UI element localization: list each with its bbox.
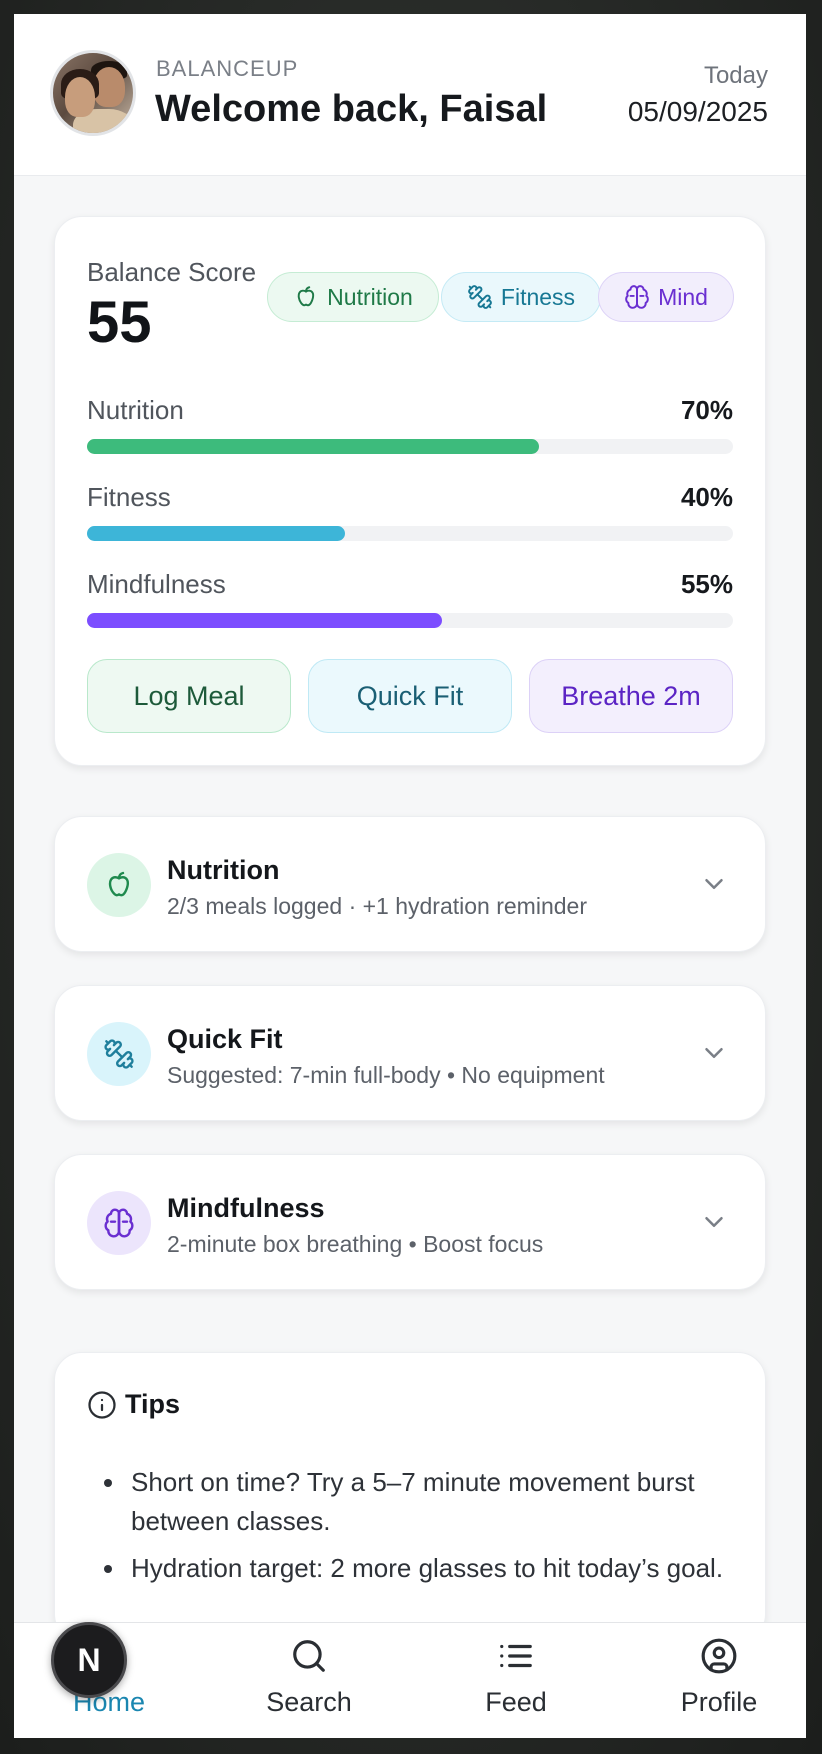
metric-nutrition-bar: [87, 439, 733, 454]
metric-nutrition-label: Nutrition: [87, 395, 184, 425]
mindfulness-section-card[interactable]: Mindfulness 2-minute box breathing • Boo…: [54, 1154, 766, 1290]
nav-search[interactable]: Search: [239, 1637, 379, 1718]
dev-badge[interactable]: N: [51, 1622, 127, 1698]
balance-score-value: 55: [87, 290, 152, 355]
section-subtitle: 2-minute box breathing • Boost focus: [167, 1231, 544, 1257]
nav-label: Profile: [680, 1687, 758, 1717]
metric-mindfulness-bar-fill: [87, 613, 443, 628]
nav-profile[interactable]: Profile: [649, 1637, 789, 1718]
chip-label: Mind: [658, 283, 708, 310]
chevron-down-icon[interactable]: [699, 1207, 729, 1237]
today-label: Today: [703, 62, 768, 89]
metric-fitness-label: Fitness: [87, 482, 171, 512]
chip-fitness[interactable]: Fitness: [441, 272, 601, 322]
quick-fit-button[interactable]: Quick Fit: [308, 659, 512, 733]
app-header: BALANCEUP Welcome back, Faisal Today 05/…: [14, 14, 806, 176]
today-date: 05/09/2025: [627, 96, 768, 127]
metric-fitness-percent: 40%: [680, 482, 733, 512]
metric-fitness-bar-fill: [87, 526, 346, 541]
metric-nutrition-percent: 70%: [680, 395, 733, 425]
section-title: Nutrition: [167, 855, 280, 885]
nav-feed[interactable]: Feed: [446, 1637, 586, 1718]
chip-mind[interactable]: Mind: [598, 272, 734, 322]
log-meal-button[interactable]: Log Meal: [87, 659, 291, 733]
metric-fitness-bar: [87, 526, 733, 541]
section-title: Mindfulness: [167, 1193, 325, 1223]
apple-icon: [297, 286, 315, 307]
tips-title: Tips: [125, 1389, 181, 1419]
brand-name: BALANCEUP: [156, 56, 299, 81]
info-icon: [88, 1390, 116, 1419]
brain-icon: [625, 285, 649, 309]
list-icon: [500, 1644, 532, 1668]
search-icon: [293, 1640, 325, 1672]
section-subtitle: Suggested: 7-min full-body • No equipmen…: [167, 1062, 605, 1088]
nav-label: Search: [266, 1687, 352, 1717]
tips-list: Short on time? Try a 5–7 minute movement…: [127, 1463, 737, 1596]
tips-header: Tips: [87, 1389, 180, 1420]
metric-mindfulness-label: Mindfulness: [87, 569, 226, 599]
tips-card: Tips Short on time? Try a 5–7 minute mov…: [54, 1352, 766, 1642]
tip-item: Hydration target: 2 more glasses to hit …: [127, 1549, 737, 1588]
dumbbell-icon: [87, 1022, 151, 1086]
apple-icon: [87, 853, 151, 917]
chip-label: Nutrition: [327, 283, 413, 310]
welcome-title: Welcome back, Faisal: [155, 88, 548, 130]
section-title: Quick Fit: [167, 1024, 283, 1054]
bottom-nav: Home Search Feed Profile: [14, 1622, 806, 1738]
quick-fit-section-card[interactable]: Quick Fit Suggested: 7-min full-body • N…: [54, 985, 766, 1121]
dumbbell-icon: [468, 285, 492, 309]
chevron-down-icon[interactable]: [699, 869, 729, 899]
balance-score-card: Balance Score 55 Nutrition Fitness Mind …: [54, 216, 766, 766]
breathe-button[interactable]: Breathe 2m: [529, 659, 733, 733]
brain-icon: [87, 1191, 151, 1255]
user-circle-icon: [701, 1638, 737, 1674]
tip-item: Short on time? Try a 5–7 minute movement…: [127, 1463, 737, 1541]
balance-score-label: Balance Score: [87, 257, 257, 287]
metric-mindfulness-bar: [87, 613, 733, 628]
metric-mindfulness-percent: 55%: [680, 569, 733, 599]
nutrition-section-card[interactable]: Nutrition 2/3 meals logged · +1 hydratio…: [54, 816, 766, 952]
chip-label: Fitness: [500, 283, 576, 310]
app-screen: BALANCEUP Welcome back, Faisal Today 05/…: [14, 14, 806, 1738]
nav-label: Feed: [485, 1687, 547, 1717]
avatar[interactable]: [50, 50, 136, 136]
section-subtitle: 2/3 meals logged · +1 hydration reminder: [167, 893, 587, 919]
chevron-down-icon[interactable]: [699, 1038, 729, 1068]
chip-nutrition[interactable]: Nutrition: [267, 272, 439, 322]
metric-nutrition-bar-fill: [87, 439, 540, 454]
